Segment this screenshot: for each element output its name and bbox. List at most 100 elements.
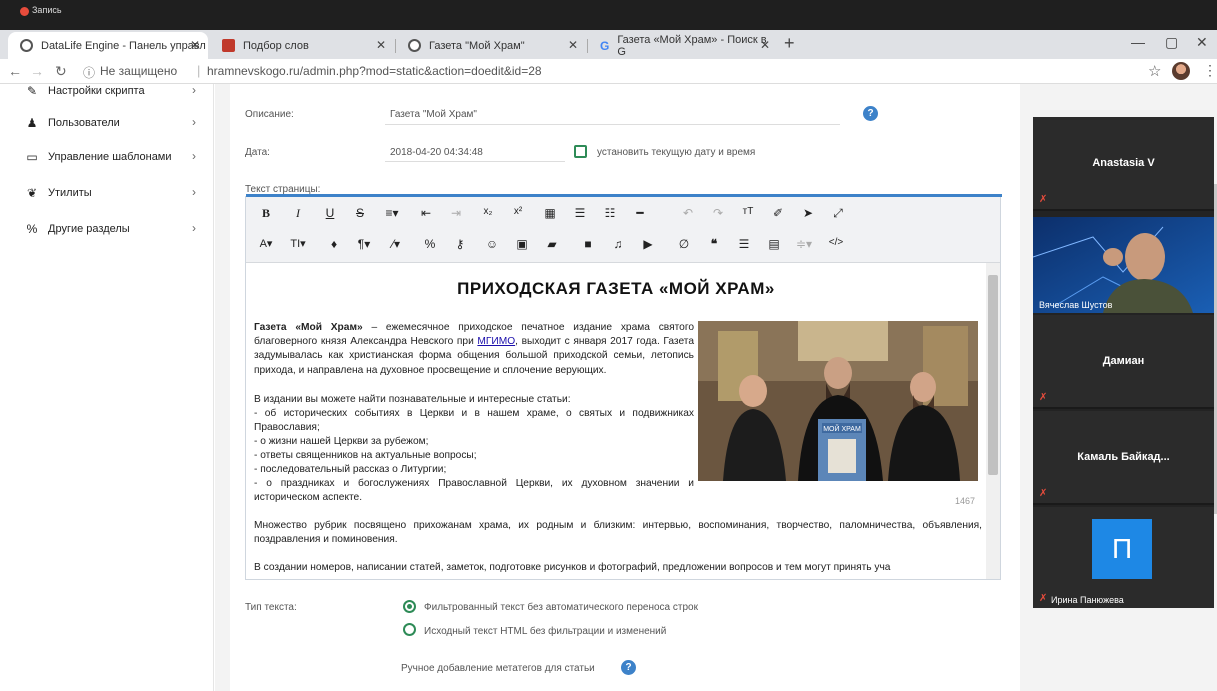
tab-bar: DataLife Engine - Панель управл ✕ Подбор… (0, 30, 1217, 59)
editor-content[interactable]: ПРИХОДСКАЯ ГАЗЕТА «МОЙ ХРАМ» Газета «Мой… (246, 263, 986, 579)
tab-newspaper[interactable]: Газета "Мой Храм" ✕ (396, 32, 586, 59)
outdent-icon[interactable]: ⇤ (416, 206, 436, 220)
undo-icon[interactable]: ↶ (678, 206, 698, 220)
window-close-icon[interactable]: ✕ (1196, 34, 1208, 51)
participant-tile[interactable]: Дамиан ✗ (1033, 315, 1214, 409)
participant-name: Дамиан (1102, 355, 1145, 367)
indent-icon[interactable]: ⇥ (446, 206, 466, 220)
link-icon: % (26, 222, 38, 236)
raw-html-label: Исходный текст HTML без фильтрации и изм… (424, 626, 667, 637)
url-input[interactable]: hramnevskogo.ru/admin.php?mod=static&act… (207, 64, 542, 78)
description-input[interactable]: Газета "Мой Храм" (390, 109, 477, 120)
youtube-icon[interactable]: ▶ (638, 237, 658, 251)
close-icon[interactable]: ✕ (190, 38, 200, 52)
profile-avatar[interactable] (1172, 62, 1190, 80)
sidebar-item-script-settings[interactable]: ✎ Настройки скрипта › (0, 74, 214, 110)
editor-scroll-thumb[interactable] (988, 275, 998, 475)
subscript-icon[interactable]: x₂ (478, 206, 498, 217)
font-size-dropdown-icon[interactable]: TI▾ (288, 237, 308, 250)
redo-icon[interactable]: ↷ (708, 206, 728, 220)
underline-icon[interactable]: U (320, 206, 340, 220)
table-icon[interactable]: ▦ (540, 206, 560, 220)
church-photo[interactable]: МОЙ ХРАМ (698, 321, 978, 481)
tab-word-selection[interactable]: Подбор слов ✕ (210, 32, 394, 59)
drop-color-icon[interactable]: ♦ (324, 237, 344, 251)
filtered-text-radio[interactable] (403, 600, 416, 613)
svg-text:МОЙ ХРАМ: МОЙ ХРАМ (823, 424, 861, 433)
google-icon: G (600, 39, 610, 53)
minimize-icon[interactable]: — (1131, 34, 1145, 50)
video-conference-panel: Anastasia V ✗ Вячеслав Шустов Дамиан ✗ К… (1033, 117, 1214, 608)
browser-menu-icon[interactable]: ⋮ (1203, 62, 1217, 79)
bookmark-star-icon[interactable]: ☆ (1148, 62, 1161, 80)
close-icon[interactable]: ✕ (376, 38, 386, 52)
maximize-icon[interactable]: ▢ (1165, 34, 1178, 51)
help-icon[interactable]: ? (621, 660, 636, 675)
list-item: - о жизни нашей Церкви за рубежом; (254, 436, 429, 447)
participant-name: Камаль Байкад... (1077, 451, 1170, 463)
sidebar-item-other-sections[interactable]: % Другие разделы › (0, 212, 214, 248)
participant-video[interactable]: Вячеслав Шустов (1033, 217, 1214, 313)
participant-tile[interactable]: Anastasia V ✗ (1033, 117, 1214, 211)
strikethrough-icon[interactable]: S (350, 206, 370, 220)
fullscreen-icon[interactable]: ⤢ (828, 206, 848, 221)
tab-label: Газета «Мой Храм» - Поиск в G (617, 33, 767, 58)
close-icon[interactable]: ✕ (568, 38, 578, 52)
smiley-icon[interactable]: ☺ (482, 237, 502, 251)
cursor-icon[interactable]: ➤ (798, 206, 818, 220)
folder-icon[interactable]: ▰ (542, 237, 562, 251)
document-title: ПРИХОДСКАЯ ГАЗЕТА «МОЙ ХРАМ» (457, 279, 775, 298)
split-dropdown-icon[interactable]: ≑▾ (794, 237, 814, 251)
participant-tile[interactable]: П ✗ Ирина Панюжева (1033, 507, 1214, 608)
filtered-text-label: Фильтрованный текст без автоматического … (424, 602, 698, 613)
close-icon[interactable]: ✕ (760, 38, 770, 52)
help-icon[interactable]: ? (863, 106, 878, 121)
text-size-icon[interactable]: ᴛT (738, 206, 758, 217)
italic-icon[interactable]: I (288, 206, 308, 221)
mgimo-link[interactable]: МГИМО (477, 336, 515, 347)
code-block-icon[interactable]: ☰ (734, 237, 754, 251)
sidebar-item-templates[interactable]: ▭ Управление шаблонами › (0, 140, 214, 176)
bullet-list-icon[interactable]: ☷ (600, 206, 620, 220)
raw-html-radio[interactable] (403, 623, 416, 636)
html-source-icon[interactable]: </> (826, 237, 846, 248)
participant-tile[interactable]: Камаль Байкад... ✗ (1033, 411, 1214, 505)
tab-label: Газета "Мой Храм" (429, 39, 525, 52)
sidebar-item-label: Пользователи (48, 117, 120, 129)
page-break-icon[interactable]: ▤ (764, 237, 784, 251)
hide-icon[interactable]: ∅ (674, 237, 694, 251)
image-icon[interactable]: ▣ (512, 237, 532, 251)
muted-mic-icon: ✗ (1039, 593, 1048, 604)
set-current-date-checkbox[interactable] (574, 145, 587, 158)
tab-google-search[interactable]: G Газета «Мой Храм» - Поиск в G ✕ (588, 32, 778, 59)
quote-icon[interactable]: ❝ (704, 237, 724, 251)
music-icon[interactable]: ♫ (608, 237, 628, 251)
video-icon[interactable]: ■ (578, 237, 598, 251)
tab-label: DataLife Engine - Панель управл (41, 39, 206, 52)
font-color-dropdown-icon[interactable]: A▾ (256, 237, 276, 250)
superscript-icon[interactable]: x² (508, 206, 528, 217)
sidebar-item-users[interactable]: ♟ Пользователи › (0, 106, 214, 142)
editor-toolbar: B I U S ≡▾ ⇤ ⇥ x₂ x² ▦ ☰ ☷ ━ ↶ ↷ ᴛT ✐ ➤ … (246, 197, 1000, 263)
eraser-icon[interactable]: ✐ (768, 206, 788, 220)
editor-scrollbar[interactable] (986, 263, 1000, 579)
new-tab-button[interactable]: + (784, 33, 795, 54)
align-dropdown-icon[interactable]: ≡▾ (382, 206, 402, 220)
sidebar-item-utilities[interactable]: ❦ Утилиты › (0, 176, 214, 212)
tab-datalife[interactable]: DataLife Engine - Панель управл ✕ (8, 32, 208, 59)
chart-icon (222, 39, 235, 52)
manual-meta-label: Ручное добавление метатегов для статьи (401, 663, 595, 674)
paragraph-dropdown-icon[interactable]: ¶▾ (354, 237, 374, 251)
horizontal-rule-icon[interactable]: ━ (630, 206, 650, 220)
key-icon[interactable]: ⚷ (450, 237, 470, 251)
ordered-list-icon[interactable]: ☰ (570, 206, 590, 220)
sidebar-item-label: Утилиты (48, 187, 92, 199)
formatting-dropdown-icon[interactable]: ⁄▾ (386, 237, 406, 251)
chevron-right-icon: › (192, 185, 196, 199)
bold-icon[interactable]: B (256, 206, 276, 221)
date-input[interactable]: 2018-04-20 04:34:48 (390, 147, 483, 158)
chevron-right-icon: › (192, 83, 196, 97)
globe-icon (20, 39, 33, 52)
screen: Запись DataLife Engine - Панель управл ✕… (0, 0, 1217, 691)
link-icon[interactable]: % (420, 237, 440, 251)
